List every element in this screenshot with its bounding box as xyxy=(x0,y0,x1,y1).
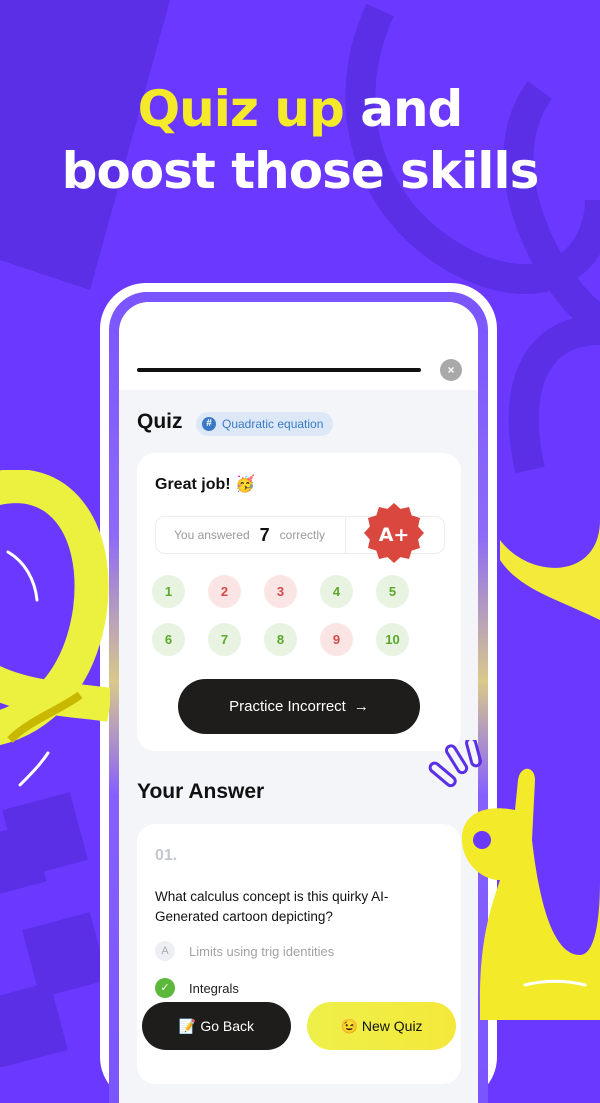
phone-frame: × Quiz # Quadratic equation Great job! 🥳… xyxy=(100,283,497,1103)
score-divider xyxy=(345,517,346,553)
hashtag-icon: # xyxy=(202,417,216,431)
question-indicator-7[interactable]: 7 xyxy=(208,623,241,656)
new-quiz-button[interactable]: 😉 New Quiz xyxy=(307,1002,456,1050)
bg-check-3 xyxy=(22,912,108,998)
close-icon: × xyxy=(447,363,455,377)
new-quiz-label: New Quiz xyxy=(361,1018,423,1034)
question-number: 01. xyxy=(155,847,178,864)
top-bar: × xyxy=(119,302,478,390)
option-text-a: Limits using trig identities xyxy=(189,943,335,959)
question-indicator-8[interactable]: 8 xyxy=(264,623,297,656)
headline-line-2: boost those skills xyxy=(61,142,540,200)
wink-emoji-icon: 😉 xyxy=(340,1017,358,1034)
score-prefix: You answered xyxy=(174,528,250,542)
result-card: Great job! 🥳 You answered 7 correctly A+… xyxy=(137,453,461,751)
answer-option-selected[interactable]: ✓ Integrals xyxy=(155,978,239,998)
score-text: You answered 7 correctly xyxy=(174,517,325,553)
question-indicator-5[interactable]: 5 xyxy=(376,575,409,608)
topic-label: Quadratic equation xyxy=(222,417,324,431)
close-button[interactable]: × xyxy=(440,359,462,381)
question-text: What calculus concept is this quirky AI-… xyxy=(155,889,389,924)
grade-label: A+ xyxy=(379,524,410,546)
bg-swirl-right-2 xyxy=(508,315,600,474)
question-indicator-6[interactable]: 6 xyxy=(152,623,185,656)
practice-label: Practice Incorrect xyxy=(229,698,346,715)
headline-line-1: Quiz up and xyxy=(0,78,600,140)
question-indicator-1[interactable]: 1 xyxy=(152,575,185,608)
correct-count: 7 xyxy=(259,525,270,545)
progress-bar xyxy=(137,368,421,372)
bg-check-4 xyxy=(0,982,68,1067)
bg-yellow-ribbon-right xyxy=(500,520,600,620)
question-indicator-4[interactable]: 4 xyxy=(320,575,353,608)
result-message: Great job! 🥳 xyxy=(155,476,255,493)
score-suffix: correctly xyxy=(279,528,325,542)
option-text-selected: Integrals xyxy=(189,980,239,996)
question-grid: 1 2 3 4 5 6 7 8 9 10 xyxy=(152,575,444,656)
go-back-label: Go Back xyxy=(200,1018,255,1034)
question-indicator-3[interactable]: 3 xyxy=(264,575,297,608)
topic-chip[interactable]: # Quadratic equation xyxy=(196,412,334,436)
question-indicator-9[interactable]: 9 xyxy=(320,623,353,656)
question-indicator-2[interactable]: 2 xyxy=(208,575,241,608)
quiz-screen: × Quiz # Quadratic equation Great job! 🥳… xyxy=(119,302,478,1103)
answer-option-a[interactable]: A Limits using trig identities xyxy=(155,941,334,961)
page-title: Quiz xyxy=(137,410,183,433)
headline-line-1-rest: and xyxy=(343,80,463,138)
phone-bezel: × Quiz # Quadratic equation Great job! 🥳… xyxy=(109,292,488,1103)
memo-icon: 📝 xyxy=(178,1017,197,1034)
go-back-button[interactable]: 📝 Go Back xyxy=(142,1002,291,1050)
grade-badge: A+ xyxy=(364,503,424,563)
headline: Quiz up and boost those skills xyxy=(0,78,600,202)
your-answer-heading: Your Answer xyxy=(137,780,265,803)
question-indicator-10[interactable]: 10 xyxy=(376,623,409,656)
headline-highlight: Quiz up xyxy=(137,80,345,138)
option-marker-a: A xyxy=(155,941,175,961)
check-icon: ✓ xyxy=(155,978,175,998)
practice-incorrect-button[interactable]: Practice Incorrect → xyxy=(178,679,420,734)
arrow-right-icon: → xyxy=(353,698,369,715)
